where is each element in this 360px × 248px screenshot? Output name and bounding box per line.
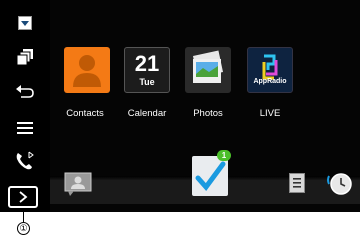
contact-card-icon[interactable] xyxy=(64,172,92,198)
checkmark-tasks-icon[interactable]: 1 xyxy=(192,150,231,196)
clock-icon[interactable] xyxy=(326,170,352,196)
callout-number: ① xyxy=(17,222,30,235)
back-arrow-icon[interactable] xyxy=(10,80,40,106)
app-label: Contacts xyxy=(66,108,104,119)
calendar-day-name: Tue xyxy=(139,77,155,87)
notification-badge: 1 xyxy=(217,150,231,161)
sidebar xyxy=(0,0,50,212)
menu-icon[interactable] xyxy=(10,115,40,141)
callout-line xyxy=(23,212,24,222)
appradio-tile-text: AppRadio xyxy=(253,78,287,85)
dropdown-arrow-icon[interactable] xyxy=(10,10,40,36)
app-label: Photos xyxy=(193,108,223,119)
appradio-live-icon: AppRadio xyxy=(247,47,293,93)
chevron-right-icon[interactable] xyxy=(8,186,38,208)
multitask-windows-icon[interactable] xyxy=(10,44,40,70)
calendar-icon: 21 Tue xyxy=(124,47,170,93)
calendar-day-number: 21 xyxy=(134,51,160,76)
app-label: Calendar xyxy=(127,108,167,119)
list-icon[interactable] xyxy=(289,173,305,193)
contacts-icon xyxy=(64,47,110,93)
photos-icon xyxy=(185,47,231,93)
appradio-screen: Contacts 21 Tue Calendar Photos AppRadio… xyxy=(0,0,360,212)
phone-bluetooth-icon[interactable] xyxy=(10,148,40,174)
app-label: LIVE xyxy=(259,108,281,119)
